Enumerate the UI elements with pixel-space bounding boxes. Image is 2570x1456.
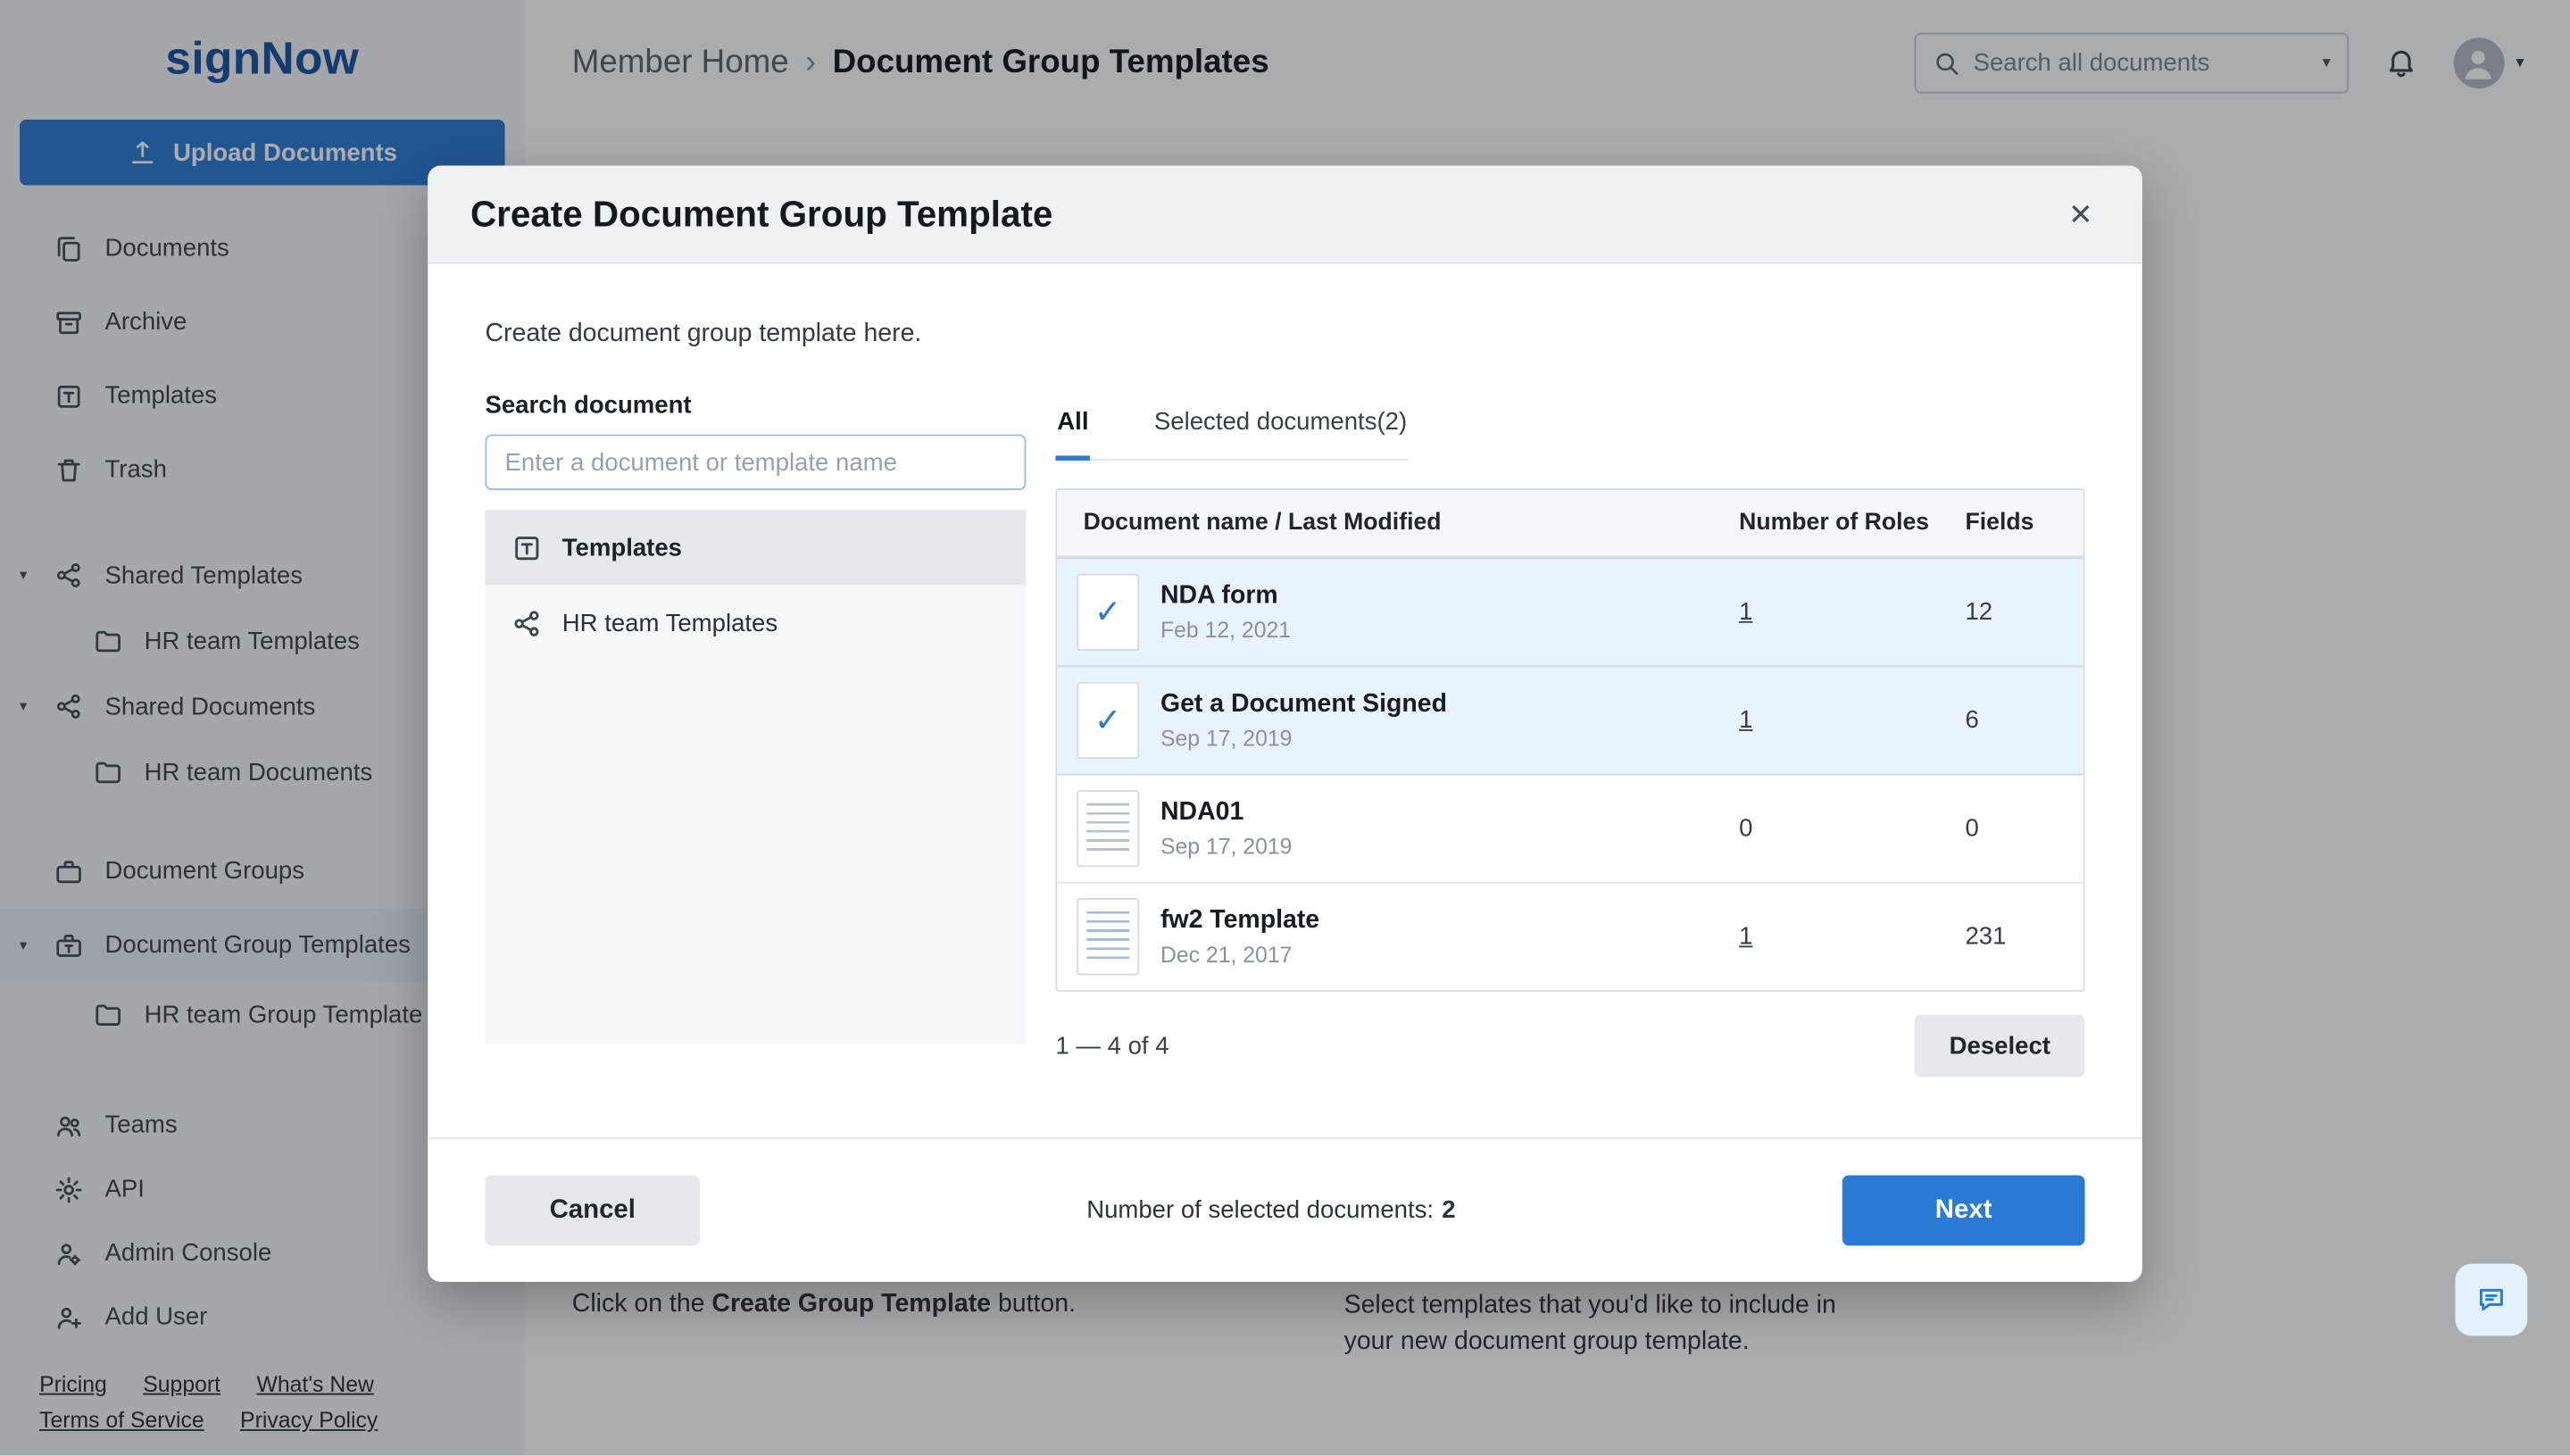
modal-title: Create Document Group Template (470, 193, 1052, 236)
document-thumbnail-checked (1077, 682, 1139, 759)
check-icon (1094, 595, 1122, 628)
share-icon (512, 607, 543, 638)
document-thumbnail (1077, 898, 1139, 975)
document-date: Dec 21, 2017 (1160, 943, 1319, 968)
table-row[interactable]: NDA form Feb 12, 2021 1 12 (1057, 557, 2083, 665)
pagination-status: 1 — 4 of 4 (1055, 1032, 1169, 1060)
document-thumbnail-checked (1077, 574, 1139, 651)
table-row[interactable]: fw2 Template Dec 21, 2017 1 231 (1057, 882, 2083, 990)
document-preview-lines (1086, 803, 1129, 854)
modal-footer: Cancel Number of selected documents: 2 Ne… (428, 1137, 2142, 1282)
folder-item-hr-team-templates[interactable]: HR team Templates (485, 585, 1026, 660)
modal-body: Create document group template here. Sea… (428, 264, 2142, 1077)
table-row[interactable]: Get a Document Signed Sep 17, 2019 1 6 (1057, 665, 2083, 773)
fields-count: 6 (1965, 706, 2083, 734)
document-name: fw2 Template (1160, 906, 1319, 936)
column-header-fields: Fields (1965, 510, 2083, 536)
document-name: Get a Document Signed (1160, 690, 1447, 720)
table-header-row: Document name / Last Modified Number of … (1057, 490, 2083, 557)
selected-documents-count-label: Number of selected documents: (1086, 1196, 1434, 1224)
cancel-button[interactable]: Cancel (485, 1175, 700, 1245)
column-header-name: Document name / Last Modified (1057, 510, 1739, 536)
folder-label: Templates (562, 534, 682, 562)
tab-all[interactable]: All (1055, 404, 1090, 461)
roles-count-link[interactable]: 1 (1739, 706, 1752, 734)
table-row[interactable]: NDA01 Sep 17, 2019 0 0 (1057, 774, 2083, 882)
tab-selected-documents[interactable]: Selected documents(2) (1152, 404, 1409, 461)
document-date: Feb 12, 2021 (1160, 618, 1291, 643)
folder-item-templates[interactable]: Templates (485, 510, 1026, 585)
folder-label: HR team Templates (562, 609, 778, 636)
document-name: NDA01 (1160, 798, 1292, 828)
modal-subtitle: Create document group template here. (485, 320, 2084, 349)
chat-feedback-icon (2475, 1284, 2508, 1317)
document-thumbnail (1077, 790, 1139, 867)
search-document-label: Search document (485, 392, 1026, 420)
documents-table: Document name / Last Modified Number of … (1055, 488, 2084, 992)
column-header-roles: Number of Roles (1739, 510, 1965, 536)
fields-count: 0 (1965, 815, 2083, 843)
document-tabs: All Selected documents(2) (1055, 404, 1409, 461)
next-button[interactable]: Next (1842, 1175, 2085, 1245)
document-browser-panel: Search document Templates HR team Templa… (485, 392, 1026, 1077)
document-selection-panel: All Selected documents(2) Document name … (1055, 392, 2084, 1077)
document-preview-lines (1086, 911, 1129, 962)
roles-count-link[interactable]: 1 (1739, 598, 1752, 626)
feedback-chat-button[interactable] (2455, 1264, 2527, 1336)
roles-count-link[interactable]: 1 (1739, 923, 1752, 951)
check-icon (1094, 704, 1122, 737)
document-date: Sep 17, 2019 (1160, 726, 1447, 751)
folder-list: Templates HR team Templates (485, 510, 1026, 1044)
app-window: signNow Upload Documents Documents Archi… (0, 0, 2570, 1455)
document-search-input[interactable] (485, 435, 1026, 490)
close-icon[interactable] (2062, 193, 2100, 236)
modal-header: Create Document Group Template (428, 165, 2142, 263)
create-document-group-template-modal: Create Document Group Template Create do… (428, 165, 2142, 1281)
selected-documents-count: Number of selected documents: 2 (1086, 1196, 1455, 1224)
fields-count: 12 (1965, 598, 2083, 626)
deselect-button[interactable]: Deselect (1915, 1015, 2084, 1077)
selected-documents-count-value: 2 (1442, 1196, 1455, 1224)
fields-count: 231 (1965, 923, 2083, 951)
document-name: NDA form (1160, 582, 1291, 612)
template-icon (512, 532, 543, 563)
roles-count: 0 (1739, 815, 1752, 843)
document-date: Sep 17, 2019 (1160, 835, 1292, 860)
